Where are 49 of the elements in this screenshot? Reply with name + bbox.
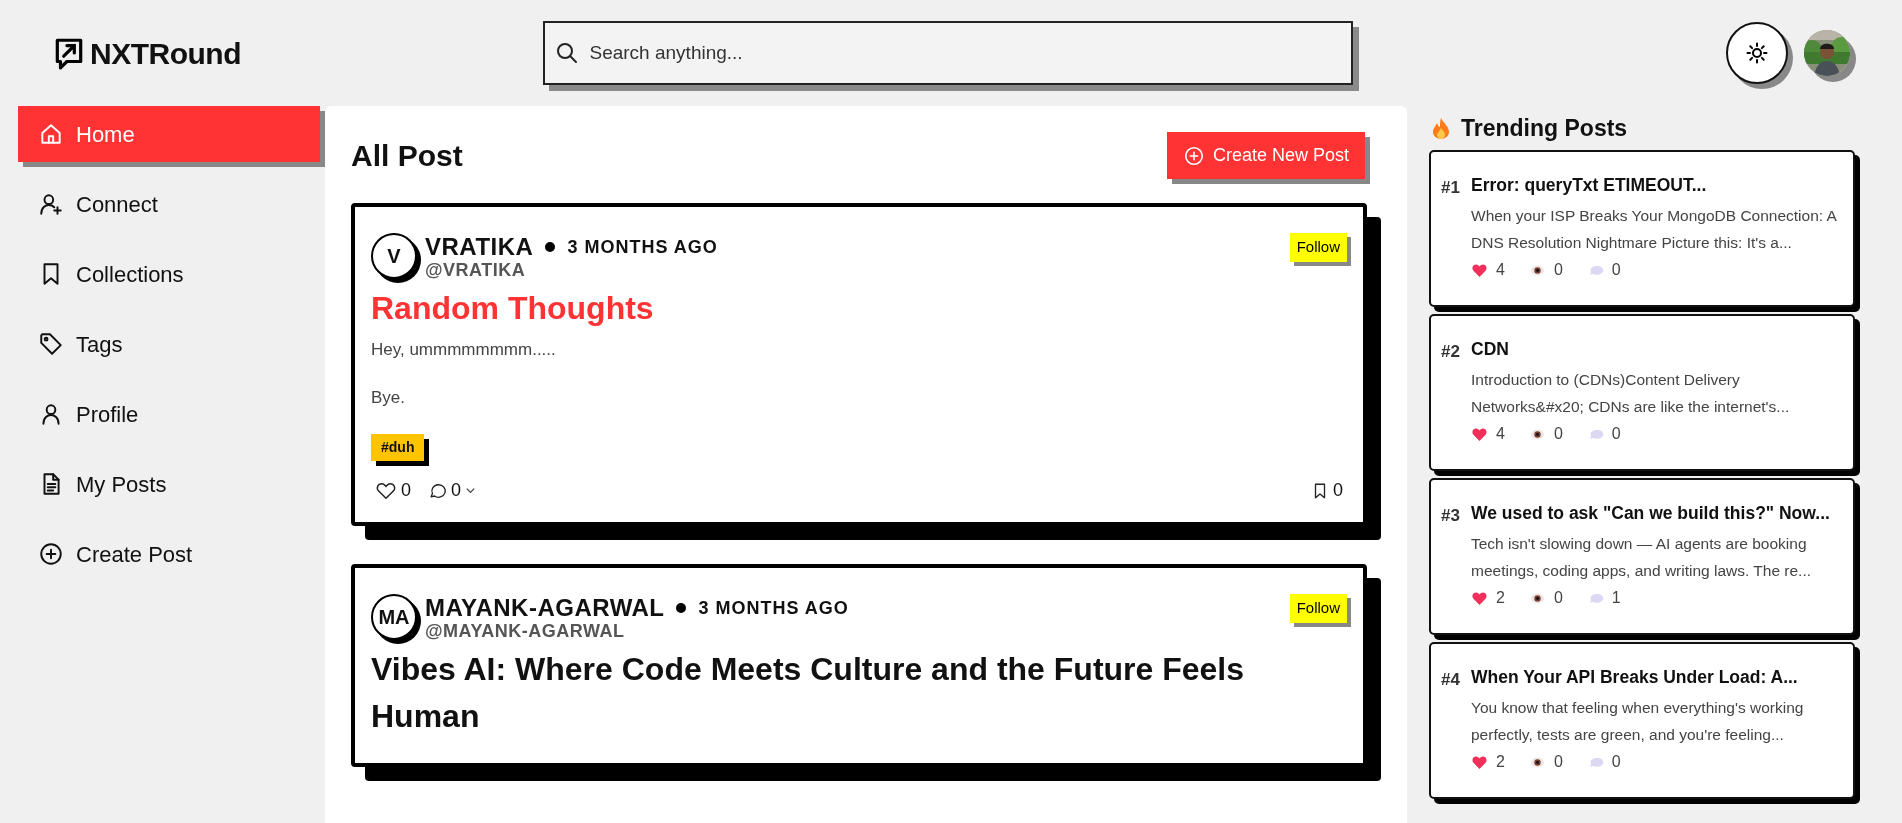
stat-count: 0	[1611, 260, 1621, 281]
post-title[interactable]: When Your API Breaks Under Load: A...	[1471, 664, 1841, 691]
post-title[interactable]: CDN	[1471, 336, 1841, 363]
post-title[interactable]: Random Thoughts	[371, 285, 1271, 332]
author-name[interactable]: VRATIKA	[425, 235, 534, 259]
stat-count: 0	[1611, 424, 1621, 445]
page-title: All Post	[351, 138, 463, 174]
sidebar-item[interactable]: My Posts	[18, 456, 320, 512]
stat-count: 0	[1553, 424, 1563, 445]
author-name[interactable]: MAYANK-AGARWAL	[425, 596, 665, 621]
sidebar-item[interactable]: Create Post	[18, 526, 320, 582]
post-excerpt: Tech isn't slowing down — AI agents are booking meetings, coding apps, and writing laws. The re...	[1471, 534, 1813, 582]
post-rank: #4	[1441, 669, 1461, 691]
section-title: Trending Posts	[1461, 113, 1628, 143]
stat-count: 2	[1496, 752, 1505, 773]
post-rank: #1	[1441, 177, 1461, 199]
post-text: Bye.	[371, 386, 407, 409]
post-excerpt: When your ISP Breaks Your MongoDB Connection: A DNS Resolution Nightmare Picture this: It's a...	[1471, 206, 1838, 254]
like-button[interactable]: 0	[375, 477, 411, 505]
stat-count: 1	[1611, 588, 1621, 609]
sidebar-item[interactable]: Tags	[18, 316, 320, 372]
author-handle: @VRATIKA	[425, 260, 527, 279]
stat-count: 0	[1611, 752, 1621, 773]
post-time: 3 MONTHS AGO	[698, 596, 849, 620]
brand-name[interactable]: NXTRound	[90, 30, 241, 76]
sidebar-item[interactable]: Collections	[18, 246, 320, 302]
author-avatar[interactable]: V	[371, 233, 417, 279]
stat-count: 4	[1496, 424, 1505, 445]
stat-count: 2	[1496, 588, 1505, 609]
stat-count: 0	[1553, 260, 1563, 281]
stat-count: 4	[1496, 260, 1505, 281]
post-time: 3 MONTHS AGO	[567, 235, 718, 259]
post-text: Hey, ummmmmmmm.....	[371, 339, 557, 362]
sidebar-item[interactable]: Profile	[18, 386, 320, 442]
save-button[interactable]: 0	[1311, 477, 1343, 505]
comment-button[interactable]: 0	[427, 477, 477, 505]
post-rank: #3	[1441, 505, 1461, 527]
post-title[interactable]: Error: queryTxt ETIMEOUT...	[1471, 172, 1841, 199]
search-field[interactable]: Search anything...	[543, 21, 1354, 85]
post-title[interactable]: We used to ask "Can we build this?" Now...	[1471, 500, 1841, 527]
post-rank: #2	[1441, 341, 1461, 363]
post-excerpt: You know that feeling when everything's working perfectly, tests are green, and you're feeling...	[1471, 698, 1805, 746]
post-excerpt: Introduction to (CDNs)Content Delivery Networks&#x20; CDNs are like the internet's...	[1471, 370, 1791, 418]
sidebar-item[interactable]: Connect	[18, 176, 320, 232]
stat-count: 0	[1553, 752, 1563, 773]
stat-count: 0	[1553, 588, 1563, 609]
post-title[interactable]: Vibes AI: Where Code Meets Culture and the Future Feels Human	[371, 646, 1271, 740]
author-handle: @MAYANK-AGARWAL	[425, 621, 626, 640]
author-avatar[interactable]: MA	[371, 594, 417, 641]
